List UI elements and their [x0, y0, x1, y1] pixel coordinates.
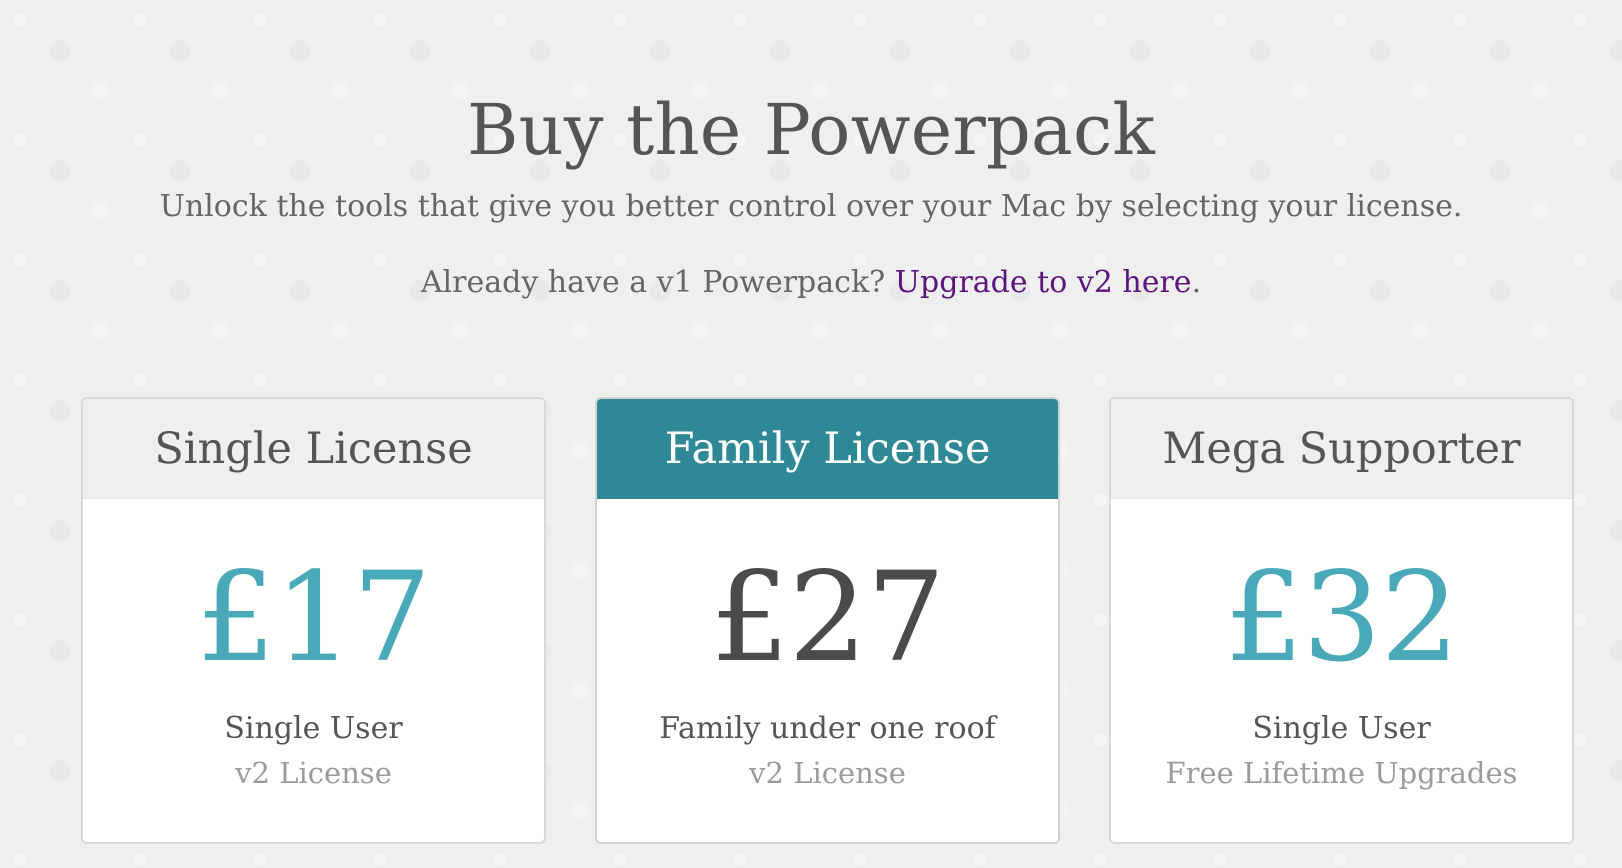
upgrade-link[interactable]: Upgrade to v2 here — [895, 265, 1192, 300]
page-subtitle: Unlock the tools that give you better co… — [159, 189, 1463, 224]
family-license-line-2: v2 License — [749, 756, 906, 790]
mega-supporter-line-1: Single User — [1252, 711, 1431, 746]
license-cards: Single License £17 Single User v2 Licens… — [81, 397, 1576, 845]
mega-supporter-price: £32 — [1224, 546, 1460, 690]
family-license-price: £27 — [710, 546, 946, 690]
single-license-price: £17 — [196, 546, 432, 690]
family-license-title: Family License — [664, 424, 991, 474]
single-license-line-1: Single User — [224, 711, 403, 746]
single-license-title: Single License — [154, 423, 473, 474]
family-license-header: Family License — [597, 399, 1058, 499]
page-title: Buy the Powerpack — [467, 88, 1155, 171]
mega-supporter-card[interactable]: Mega Supporter £32 Single User Free Life… — [1109, 397, 1574, 844]
single-license-body: £17 Single User v2 License — [83, 499, 544, 842]
family-license-card[interactable]: Family License £27 Family under one roof… — [595, 397, 1060, 844]
family-license-body: £27 Family under one roof v2 License — [597, 499, 1058, 842]
upgrade-suffix: . — [1191, 265, 1202, 300]
upgrade-prefix: Already have a v1 Powerpack? — [420, 265, 895, 300]
single-license-line-2: v2 License — [235, 756, 392, 790]
single-license-card[interactable]: Single License £17 Single User v2 Licens… — [81, 397, 546, 844]
powerpack-page: Buy the Powerpack Unlock the tools that … — [0, 0, 1622, 868]
mega-supporter-body: £32 Single User Free Lifetime Upgrades — [1111, 499, 1572, 842]
mega-supporter-line-2: Free Lifetime Upgrades — [1165, 756, 1518, 790]
single-license-header: Single License — [83, 399, 544, 499]
mega-supporter-header: Mega Supporter — [1111, 399, 1572, 499]
mega-supporter-title: Mega Supporter — [1162, 423, 1521, 474]
family-license-line-1: Family under one roof — [659, 711, 996, 746]
upgrade-line: Already have a v1 Powerpack? Upgrade to … — [0, 265, 1622, 301]
